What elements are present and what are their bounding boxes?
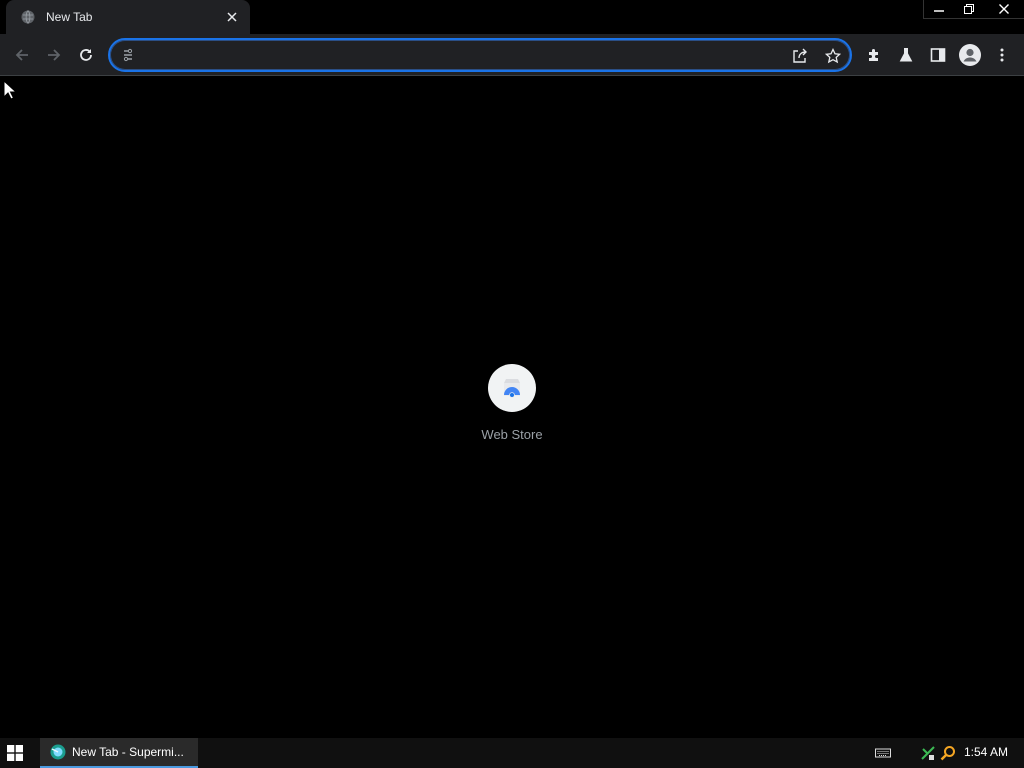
labs-flask-icon[interactable] (894, 43, 918, 67)
close-tab-icon[interactable] (224, 9, 240, 25)
shortcut-web-store[interactable]: Web Store (472, 364, 552, 444)
minimize-icon[interactable] (924, 0, 954, 18)
mouse-cursor-icon (3, 79, 18, 100)
tab-title: New Tab (46, 10, 93, 24)
forward-arrow-icon[interactable] (42, 43, 66, 67)
share-icon[interactable] (790, 46, 810, 66)
browser-app-icon (50, 744, 66, 760)
reload-icon[interactable] (74, 43, 98, 67)
new-tab-page: Web Store (0, 77, 1024, 737)
search-magnifier-icon[interactable] (940, 745, 956, 761)
tab-strip: New Tab (0, 0, 1024, 34)
taskbar: New Tab - Supermi... 1:54 AM (0, 738, 1024, 768)
browser-toolbar (0, 34, 1024, 76)
close-icon[interactable] (984, 0, 1024, 18)
keyboard-icon[interactable] (875, 745, 891, 761)
taskbar-clock[interactable]: 1:54 AM (964, 745, 1008, 759)
tab-new-tab[interactable]: New Tab (6, 0, 250, 34)
bookmark-star-icon[interactable] (823, 46, 843, 66)
menu-dots-icon[interactable] (990, 43, 1014, 67)
site-info-icon[interactable] (120, 47, 136, 63)
globe-icon (20, 9, 36, 25)
profile-avatar-icon[interactable] (958, 43, 982, 67)
web-store-icon (488, 364, 536, 412)
windows-start-icon[interactable] (0, 738, 30, 768)
taskbar-app-browser[interactable]: New Tab - Supermi... (40, 738, 198, 768)
restore-icon[interactable] (954, 0, 984, 18)
address-bar[interactable] (108, 38, 852, 72)
extensions-puzzle-icon[interactable] (862, 43, 886, 67)
taskbar-app-label: New Tab - Supermi... (72, 745, 184, 759)
address-input[interactable] (144, 45, 788, 67)
window-controls (923, 0, 1024, 19)
shortcut-label: Web Store (481, 427, 543, 442)
back-arrow-icon[interactable] (10, 43, 34, 67)
side-panel-icon[interactable] (926, 43, 950, 67)
network-icon[interactable] (920, 745, 936, 761)
